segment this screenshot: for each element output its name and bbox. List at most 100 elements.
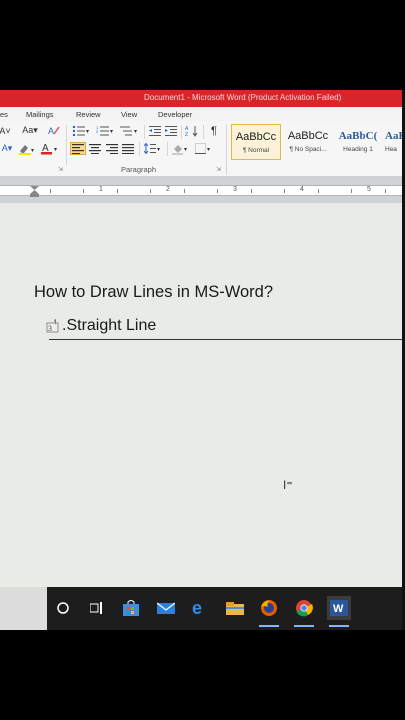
show-formatting-icon[interactable]: ¶ xyxy=(207,124,221,137)
decrease-indent-icon[interactable] xyxy=(148,124,162,137)
group-separator xyxy=(66,125,67,165)
clear-format-icon[interactable]: A xyxy=(46,124,62,137)
svg-text:Z: Z xyxy=(185,132,188,137)
mouse-cursor-icon: I⁼ xyxy=(283,478,293,492)
ruler-tick xyxy=(150,189,151,193)
indent-marker-icon[interactable] xyxy=(30,186,39,197)
numbering-icon[interactable]: 1 2 ▾ xyxy=(95,124,117,137)
group-separator xyxy=(181,125,182,139)
align-left-button[interactable] xyxy=(70,142,86,155)
svg-text:▾: ▾ xyxy=(86,129,89,135)
shading-icon[interactable]: ▾ xyxy=(171,142,191,155)
style-heading-2[interactable]: AaB Hea xyxy=(385,124,402,160)
ruler-tick xyxy=(385,189,386,193)
ruler-tick xyxy=(184,189,185,193)
font-dialog-launcher-icon[interactable]: ⇲ xyxy=(58,166,63,173)
svg-text:▾: ▾ xyxy=(134,129,137,135)
ruler-number: 5 xyxy=(367,186,371,193)
tab-fragment[interactable]: es xyxy=(0,110,8,119)
document-list-item: 3 .Straight Line xyxy=(46,317,156,335)
tab-view[interactable]: View xyxy=(121,110,137,119)
sort-icon[interactable]: AZ xyxy=(184,124,200,137)
drawn-straight-line[interactable] xyxy=(49,339,404,340)
ruler-area: 1 2 3 4 5 xyxy=(0,177,402,203)
highlight-color-icon[interactable]: ▾ xyxy=(17,142,39,155)
style-name: ¶ Normal xyxy=(242,147,270,154)
svg-text:2: 2 xyxy=(96,129,99,134)
svg-text:3: 3 xyxy=(48,324,52,333)
svg-text:▾: ▾ xyxy=(157,147,160,153)
ruler-tick xyxy=(217,189,218,193)
ribbon: A˅ Aa▾ A A▾ ▾ A ▾ ▾ 1 2 ▾ ▾ AZ ¶ ▾ ▾ ▾ P… xyxy=(0,121,402,177)
ruler-tick xyxy=(318,189,319,193)
style-name: Heading 1 xyxy=(343,146,373,153)
ruler-number: 1 xyxy=(99,186,103,193)
cortana-icon[interactable] xyxy=(51,596,75,620)
bullets-icon[interactable]: ▾ xyxy=(71,124,93,137)
font-color-icon[interactable]: A ▾ xyxy=(40,142,62,155)
store-icon[interactable] xyxy=(119,596,143,620)
document-page[interactable]: How to Draw Lines in MS-Word? 3 .Straigh… xyxy=(0,203,404,587)
ruler-tick xyxy=(284,189,285,193)
align-right-button[interactable] xyxy=(105,142,119,155)
line-spacing-icon[interactable]: ▾ xyxy=(143,142,163,155)
paste-options-icon[interactable]: 3 xyxy=(46,319,60,333)
task-view-icon[interactable] xyxy=(85,596,109,620)
firefox-icon[interactable] xyxy=(257,596,281,627)
group-separator xyxy=(139,142,140,156)
ruler-tick xyxy=(50,189,51,193)
horizontal-ruler[interactable]: 1 2 3 4 5 xyxy=(0,185,402,197)
font-size-fragment[interactable]: A˅ xyxy=(0,124,11,137)
svg-text:▾: ▾ xyxy=(110,129,113,135)
style-normal[interactable]: AaBbCc ¶ Normal xyxy=(231,124,281,160)
tab-mailings[interactable]: Mailings xyxy=(26,110,54,119)
multilevel-list-icon[interactable]: ▾ xyxy=(119,124,141,137)
svg-text:▾: ▾ xyxy=(207,147,210,153)
svg-text:e: e xyxy=(192,599,202,617)
ruler-number: 2 xyxy=(166,186,170,193)
mail-icon[interactable] xyxy=(154,596,178,620)
chrome-icon[interactable] xyxy=(292,596,316,627)
ruler-tick xyxy=(351,189,352,193)
tab-review[interactable]: Review xyxy=(76,110,101,119)
svg-text:▾: ▾ xyxy=(31,148,34,154)
list-item-text: .Straight Line xyxy=(62,317,157,334)
align-center-button[interactable] xyxy=(88,142,102,155)
paragraph-group-label: Paragraph xyxy=(121,165,157,174)
group-separator xyxy=(167,142,168,156)
change-case-button[interactable]: Aa▾ xyxy=(20,124,40,137)
word-icon[interactable]: W xyxy=(327,596,351,627)
justify-button[interactable] xyxy=(121,142,135,155)
style-heading-1[interactable]: AaBbC( Heading 1 xyxy=(333,124,383,160)
style-sample: AaBbC( xyxy=(338,130,378,142)
style-sample: AaB xyxy=(385,130,402,142)
document-heading: How to Draw Lines in MS-Word? xyxy=(34,283,274,301)
taskbar: e W xyxy=(0,587,402,630)
tab-developer[interactable]: Developer xyxy=(158,110,192,119)
style-sample: AaBbCc xyxy=(287,130,329,142)
style-no-spacing[interactable]: AaBbCc ¶ No Spaci... xyxy=(283,124,333,160)
svg-text:A: A xyxy=(48,126,54,136)
ruler-number: 4 xyxy=(300,186,304,193)
file-explorer-icon[interactable] xyxy=(223,596,247,620)
svg-text:▾: ▾ xyxy=(184,147,187,153)
group-separator xyxy=(226,125,227,175)
group-separator xyxy=(203,125,204,139)
style-sample: AaBbCc xyxy=(235,131,277,143)
svg-text:W: W xyxy=(333,603,344,615)
paragraph-dialog-launcher-icon[interactable]: ⇲ xyxy=(216,166,221,173)
text-effects-icon[interactable]: A▾ xyxy=(0,142,14,155)
edge-icon[interactable]: e xyxy=(188,596,212,620)
borders-icon[interactable]: ▾ xyxy=(194,142,214,155)
increase-indent-icon[interactable] xyxy=(164,124,178,137)
window-title: Document1 - Microsoft Word (Product Acti… xyxy=(144,93,342,102)
svg-text:▾: ▾ xyxy=(54,147,57,153)
group-separator xyxy=(144,125,145,139)
ruler-tick xyxy=(83,189,84,193)
ruler-tick xyxy=(251,189,252,193)
style-name: Hea xyxy=(385,146,397,153)
ribbon-tabs: es Mailings Review View Developer xyxy=(0,107,402,121)
style-name: ¶ No Spaci... xyxy=(289,146,327,153)
taskbar-icons-area: e W xyxy=(47,587,402,630)
title-bar: Document1 - Microsoft Word (Product Acti… xyxy=(0,90,402,107)
